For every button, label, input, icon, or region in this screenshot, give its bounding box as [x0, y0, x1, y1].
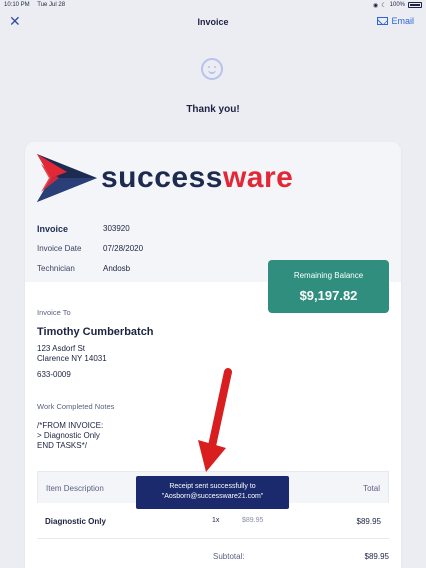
status-date: Tue Jul 28	[37, 2, 66, 8]
receipt-sent-toast: Receipt sent successfully to "Aosborn@su…	[136, 476, 289, 509]
work-notes-line-3: END TASKS*/	[37, 441, 87, 450]
email-button[interactable]: Email	[377, 16, 414, 26]
address-line-2: Clarence NY 14031	[37, 354, 107, 363]
work-notes-line-2: > Diagnostic Only	[37, 431, 100, 440]
subtotal-label: Subtotal:	[213, 552, 245, 561]
invoice-label: Invoice	[37, 224, 69, 234]
invoice-number: 303920	[103, 224, 130, 233]
successware-logo-text: successware	[101, 161, 294, 194]
toast-line-2: "Aosborn@successware21.com"	[161, 493, 264, 500]
subtotal-value: $89.95	[364, 552, 389, 561]
invoice-date-label: Invoice Date	[37, 244, 82, 253]
invoice-to-label: Invoice To	[37, 308, 71, 317]
close-icon[interactable]: ✕	[9, 14, 21, 28]
address-line-1: 123 Asdorf St	[37, 344, 86, 353]
page-title: Invoice	[197, 17, 229, 27]
row-description: Diagnostic Only	[45, 517, 106, 526]
remaining-balance-amount: $9,197.82	[299, 288, 358, 303]
work-notes-line-1: /*FROM INVOICE:	[37, 421, 104, 430]
row-rate: $89.95	[242, 517, 264, 524]
remaining-balance-box: Remaining Balance $9,197.82	[268, 260, 389, 313]
customer-name: Timothy Cumberbatch	[37, 326, 154, 338]
technician-label: Technician	[37, 264, 75, 273]
red-arrow-annotation-icon	[198, 368, 232, 472]
status-bar: 10:10 PM Tue Jul 28 ◉ ☾ 100%	[0, 0, 426, 10]
battery-percent: 100%	[389, 2, 405, 8]
wifi-icon: ◉	[373, 2, 379, 9]
status-time: 10:10 PM	[4, 2, 30, 8]
nav-bar: ✕ Invoice Email	[0, 10, 426, 34]
smiley-icon	[201, 58, 223, 80]
col-item-description: Item Description	[46, 484, 104, 493]
email-button-label: Email	[391, 16, 414, 26]
technician-value: Andosb	[103, 264, 131, 273]
toast-line-1: Receipt sent successfully to	[169, 483, 256, 490]
moon-icon: ☾	[381, 2, 387, 9]
row-quantity: 1x	[212, 517, 220, 524]
remaining-balance-label: Remaining Balance	[293, 271, 364, 280]
thank-you-heading: Thank you!	[186, 104, 240, 115]
col-total: Total	[363, 484, 380, 493]
successware-logo-icon	[37, 154, 97, 202]
battery-icon	[408, 2, 422, 8]
invoice-date-value: 07/28/2020	[103, 244, 144, 253]
row-total: $89.95	[356, 517, 381, 526]
customer-phone: 633-0009	[37, 370, 71, 379]
mail-icon	[377, 17, 389, 25]
work-notes-label: Work Completed Notes	[37, 402, 115, 411]
